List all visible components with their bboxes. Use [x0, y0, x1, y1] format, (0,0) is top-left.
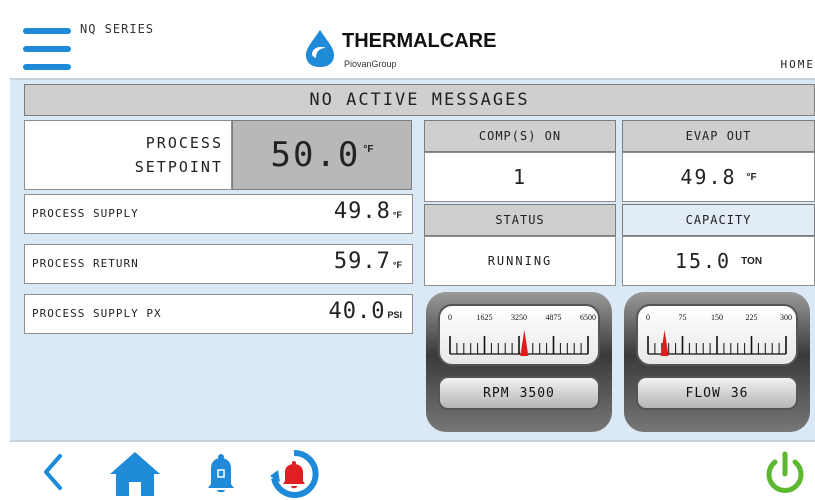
flow-gauge-label: FLOW [686, 386, 721, 401]
gauge-tick-label: 75 [679, 313, 687, 322]
setpoint-label-line1: PROCESS [25, 131, 223, 155]
logo-text: THERMALCARE [342, 30, 496, 53]
process-return-reading: 59.7°F [334, 249, 402, 274]
setpoint-unit: °F [363, 144, 373, 155]
capacity-unit: TON [741, 256, 762, 267]
process-supply-px-row: PROCESS SUPPLY PX 40.0PSI [24, 294, 413, 334]
message-banner[interactable]: NO ACTIVE MESSAGES [24, 84, 815, 116]
power-icon[interactable] [762, 450, 808, 496]
footer-bar [10, 440, 815, 500]
rpm-gauge: 0 1625 3250 4875 6500 RPM 3500 [426, 292, 612, 432]
process-supply-px-reading: 40.0PSI [329, 299, 403, 324]
rpm-gauge-label: RPM [483, 386, 509, 401]
gauge-tick-label: 4875 [546, 313, 562, 322]
flow-gauge-plate: FLOW 36 [636, 376, 798, 410]
process-supply-value: 49.8 [334, 199, 391, 224]
flow-gauge-readout: 36 [731, 386, 749, 401]
process-supply-px-value: 40.0 [329, 299, 386, 324]
capacity-value-cell: 15.0 TON [622, 236, 815, 286]
evap-out-value-cell: 49.8 °F [622, 152, 815, 202]
hmi-frame: NQ SERIES THERMALCARE PiovanGroup HOME N… [10, 10, 815, 498]
evap-out-header: EVAP OUT [622, 120, 815, 152]
home-icon[interactable] [108, 450, 162, 496]
menu-icon[interactable] [23, 28, 71, 70]
rpm-gauge-readout: 3500 [520, 386, 555, 401]
process-supply-reading: 49.8°F [334, 199, 402, 224]
gauge-tick-label: 6500 [580, 313, 596, 322]
gauge-tick-label: 225 [746, 313, 758, 322]
gauge-tick-label: 300 [780, 313, 792, 322]
process-return-label: PROCESS RETURN [32, 257, 139, 270]
gauge-tick-label: 3250 [511, 313, 527, 322]
capacity-value: 15.0 [675, 249, 731, 273]
gauge-tick-label: 0 [448, 313, 452, 322]
setpoint-value-button[interactable]: 50.0 °F [232, 120, 412, 190]
back-icon[interactable] [38, 452, 68, 492]
flow-gauge-scale: 0 75 150 225 300 [638, 306, 796, 364]
process-supply-unit: °F [393, 210, 402, 220]
header-bar: NQ SERIES THERMALCARE PiovanGroup HOME [10, 10, 815, 80]
rpm-gauge-plate: RPM 3500 [438, 376, 600, 410]
status-value-cell: RUNNING [424, 236, 616, 286]
process-supply-px-label: PROCESS SUPPLY PX [32, 307, 162, 320]
bell-icon[interactable] [206, 452, 236, 494]
comps-value: 1 [513, 165, 527, 189]
gauge-tick-label: 1625 [477, 313, 493, 322]
logo-subtext: PiovanGroup [344, 59, 397, 69]
process-return-value: 59.7 [334, 249, 391, 274]
process-return-row: PROCESS RETURN 59.7°F [24, 244, 413, 284]
gauge-needle [520, 330, 528, 356]
flow-gauge: 0 75 150 225 300 FLOW 36 [624, 292, 810, 432]
evap-out-value: 49.8 [680, 165, 736, 189]
process-supply-row: PROCESS SUPPLY 49.8°F [24, 194, 413, 234]
rpm-gauge-dial: 0 1625 3250 4875 6500 [438, 304, 600, 366]
setpoint-label-line2: SETPOINT [25, 155, 223, 179]
process-supply-px-unit: PSI [387, 310, 402, 320]
droplet-logo-icon [302, 28, 338, 68]
status-value: RUNNING [488, 254, 553, 268]
status-header: STATUS [424, 204, 616, 236]
rpm-gauge-scale: 0 1625 3250 4875 6500 [440, 306, 598, 364]
evap-out-unit: °F [747, 172, 757, 183]
setpoint-value: 50.0 [271, 135, 361, 175]
comps-header: COMP(S) ON [424, 120, 616, 152]
gauge-tick-label: 0 [646, 313, 650, 322]
flow-gauge-dial: 0 75 150 225 300 [636, 304, 798, 366]
alarm-reset-icon[interactable] [268, 448, 320, 500]
comps-value-cell: 1 [424, 152, 616, 202]
gauge-tick-label: 150 [711, 313, 723, 322]
process-return-unit: °F [393, 260, 402, 270]
home-link[interactable]: HOME [781, 58, 815, 71]
setpoint-label: PROCESS SETPOINT [24, 120, 232, 190]
capacity-header: CAPACITY [622, 204, 815, 236]
series-label: NQ SERIES [80, 22, 154, 36]
process-supply-label: PROCESS SUPPLY [32, 207, 139, 220]
